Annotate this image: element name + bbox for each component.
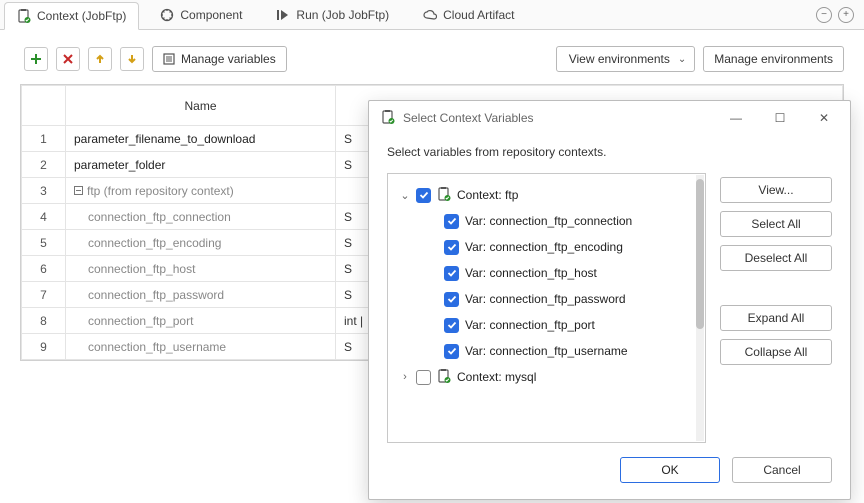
- ok-button[interactable]: OK: [620, 457, 720, 483]
- move-up-button[interactable]: [88, 47, 112, 71]
- collapse-all-button[interactable]: Collapse All: [720, 339, 832, 365]
- chevron-down-icon: ⌄: [678, 54, 686, 65]
- row-number-header: [22, 86, 66, 126]
- maximize-icon[interactable]: ☐: [762, 106, 798, 130]
- checkbox[interactable]: [444, 214, 459, 229]
- checkbox[interactable]: [444, 318, 459, 333]
- minimize-view-icon[interactable]: −: [816, 7, 832, 23]
- checkbox[interactable]: [444, 266, 459, 281]
- add-variable-button[interactable]: [24, 47, 48, 71]
- button-label: Manage variables: [181, 52, 276, 66]
- tab-run[interactable]: Run (Job JobFtp): [263, 1, 402, 29]
- tab-cloud-artifact[interactable]: Cloud Artifact: [410, 1, 527, 29]
- tree-node-var[interactable]: Var: connection_ftp_encoding: [398, 234, 701, 260]
- button-label: Manage environments: [714, 52, 833, 66]
- tab-label: Cloud Artifact: [443, 8, 514, 22]
- view-environments-dropdown[interactable]: View environments ⌄: [556, 46, 696, 72]
- checkbox[interactable]: [444, 292, 459, 307]
- tab-label: Context (JobFtp): [37, 9, 126, 23]
- tab-context[interactable]: Context (JobFtp): [4, 2, 139, 30]
- view-button[interactable]: View...: [720, 177, 832, 203]
- dialog-side-buttons: View... Select All Deselect All Expand A…: [720, 173, 832, 443]
- scrollbar-thumb[interactable]: [696, 179, 704, 329]
- checkbox[interactable]: [416, 188, 431, 203]
- tree-node-label: Var: connection_ftp_encoding: [465, 240, 623, 254]
- tab-label: Component: [180, 8, 242, 22]
- tree-node-label: Var: connection_ftp_port: [465, 318, 595, 332]
- move-down-button[interactable]: [120, 47, 144, 71]
- checkbox[interactable]: [444, 240, 459, 255]
- checkbox[interactable]: [444, 344, 459, 359]
- checkbox[interactable]: [416, 370, 431, 385]
- deselect-all-button[interactable]: Deselect All: [720, 245, 832, 271]
- delete-variable-button[interactable]: [56, 47, 80, 71]
- tree-node-context-mysql[interactable]: › Context: mysql: [398, 364, 701, 390]
- cancel-button[interactable]: Cancel: [732, 457, 832, 483]
- select-all-button[interactable]: Select All: [720, 211, 832, 237]
- scrollbar[interactable]: [696, 175, 704, 441]
- tab-component[interactable]: Component: [147, 1, 255, 29]
- chevron-down-icon[interactable]: ⌄: [400, 189, 410, 202]
- dialog-footer: OK Cancel: [369, 443, 850, 499]
- select-context-variables-dialog: Select Context Variables — ☐ ✕ Select va…: [368, 100, 851, 500]
- close-icon[interactable]: ✕: [806, 106, 842, 130]
- minimize-icon[interactable]: —: [718, 106, 754, 130]
- maximize-view-icon[interactable]: +: [838, 7, 854, 23]
- tree-node-var[interactable]: Var: connection_ftp_password: [398, 286, 701, 312]
- collapse-icon[interactable]: [74, 186, 83, 195]
- tree-node-context-ftp[interactable]: ⌄ Context: ftp: [398, 182, 701, 208]
- tree-node-label: Var: connection_ftp_host: [465, 266, 597, 280]
- toolbar: Manage variables View environments ⌄ Man…: [0, 30, 864, 84]
- tree-node-var[interactable]: Var: connection_ftp_connection: [398, 208, 701, 234]
- expand-all-button[interactable]: Expand All: [720, 305, 832, 331]
- dialog-titlebar: Select Context Variables — ☐ ✕: [369, 101, 850, 135]
- tree-node-label: Context: mysql: [457, 370, 536, 384]
- context-icon: [437, 187, 451, 204]
- manage-variables-button[interactable]: Manage variables: [152, 46, 287, 72]
- tab-label: Run (Job JobFtp): [296, 8, 389, 22]
- dialog-instruction: Select variables from repository context…: [387, 145, 832, 159]
- tree-node-label: Var: connection_ftp_connection: [465, 214, 632, 228]
- name-column-header[interactable]: Name: [66, 86, 336, 126]
- dropdown-label: View environments: [569, 52, 670, 66]
- tab-bar: Context (JobFtp) Component Run (Job JobF…: [0, 0, 864, 30]
- context-icon: [437, 369, 451, 386]
- manage-environments-button[interactable]: Manage environments: [703, 46, 844, 72]
- tree-node-var[interactable]: Var: connection_ftp_host: [398, 260, 701, 286]
- tree-node-var[interactable]: Var: connection_ftp_username: [398, 338, 701, 364]
- dialog-icon: [381, 110, 395, 127]
- tree-node-label: Var: connection_ftp_username: [465, 344, 628, 358]
- tree-node-label: Var: connection_ftp_password: [465, 292, 626, 306]
- dialog-title: Select Context Variables: [403, 111, 534, 125]
- tree-node-label: Context: ftp: [457, 188, 518, 202]
- tree-node-var[interactable]: Var: connection_ftp_port: [398, 312, 701, 338]
- context-tree: ⌄ Context: ftp Var: connection_ftp_conne…: [387, 173, 706, 443]
- chevron-right-icon[interactable]: ›: [400, 371, 410, 383]
